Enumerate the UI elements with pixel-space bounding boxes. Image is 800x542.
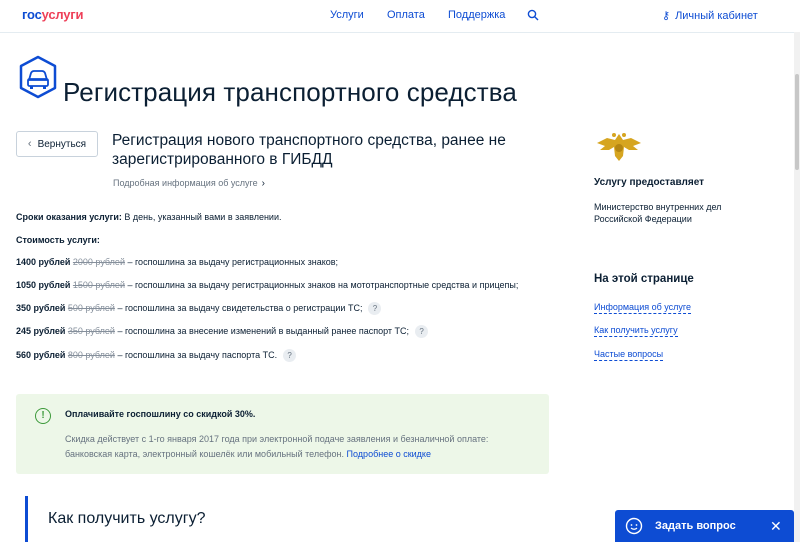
gosuslugi-logo[interactable]: госуслуги	[22, 7, 84, 22]
cost-label: Стоимость услуги:	[16, 235, 100, 245]
help-icon[interactable]: ?	[283, 349, 297, 362]
fee-row: 1400 рублей 2000 рублей – госпошлина за …	[16, 257, 339, 267]
anchor-link-faq[interactable]: Частые вопросы	[594, 349, 664, 361]
fee-row: 245 рублей 350 рублей – госпошлина за вн…	[16, 325, 429, 338]
nav-support[interactable]: Поддержка	[448, 9, 505, 21]
provider-heading: Услугу предоставляет	[594, 177, 705, 188]
scrollbar-thumb[interactable]	[795, 74, 799, 170]
help-icon[interactable]: ?	[415, 325, 429, 338]
anchor-link-service-info[interactable]: Информация об услуге	[594, 302, 692, 314]
section-accent-bar	[25, 496, 28, 542]
notice-body: Скидка действует с 1-го января 2017 года…	[65, 434, 489, 459]
key-icon: ⚷	[662, 10, 671, 22]
discount-notice: ! Оплачивайте госпошлину со скидкой 30%.…	[16, 394, 549, 474]
top-header: госуслуги Услуги Оплата Поддержка ⚷ Личны…	[0, 0, 800, 33]
page-title: Регистрация транспортного средства	[63, 77, 517, 108]
search-icon[interactable]	[527, 9, 539, 21]
fee-row: 560 рублей 800 рублей – госпошлина за вы…	[16, 349, 297, 362]
close-icon[interactable]: ✕	[770, 518, 782, 535]
service-terms: Сроки оказания услуги: В день, указанный…	[16, 212, 282, 222]
nav-payment[interactable]: Оплата	[387, 9, 425, 21]
discount-details-link[interactable]: Подробнее о скидке	[347, 449, 431, 459]
on-page-heading: На этой странице	[594, 273, 694, 285]
back-button[interactable]: ‹ Вернуться	[16, 131, 98, 157]
fee-row: 1050 рублей 1500 рублей – госпошлина за …	[16, 280, 519, 290]
chat-icon	[625, 517, 643, 535]
mvd-emblem-icon	[597, 133, 641, 161]
service-title: Регистрация нового транспортного средств…	[112, 132, 506, 168]
chevron-left-icon: ‹	[27, 138, 32, 150]
nav-services[interactable]: Услуги	[330, 9, 364, 21]
provider-name: Министерство внутренних дел Российской Ф…	[594, 202, 722, 224]
ask-question-label: Задать вопрос	[655, 520, 736, 532]
anchor-link-how-to-get[interactable]: Как получить услугу	[594, 325, 678, 337]
account-link[interactable]: ⚷ Личный кабинет	[662, 9, 758, 22]
info-icon: !	[35, 408, 51, 424]
help-icon[interactable]: ?	[368, 302, 382, 315]
notice-title: Оплачивайте госпошлину со скидкой 30%.	[65, 409, 256, 419]
ask-question-widget[interactable]: Задать вопрос ✕	[615, 510, 794, 542]
scrollbar[interactable]	[794, 32, 800, 542]
car-icon	[19, 55, 57, 99]
howto-title: Как получить услугу?	[48, 510, 206, 527]
fee-row: 350 рублей 500 рублей – госпошлина за вы…	[16, 302, 382, 315]
more-info-link[interactable]: Подробная информация об услуге ›	[113, 178, 265, 189]
chevron-right-icon: ›	[261, 178, 265, 189]
